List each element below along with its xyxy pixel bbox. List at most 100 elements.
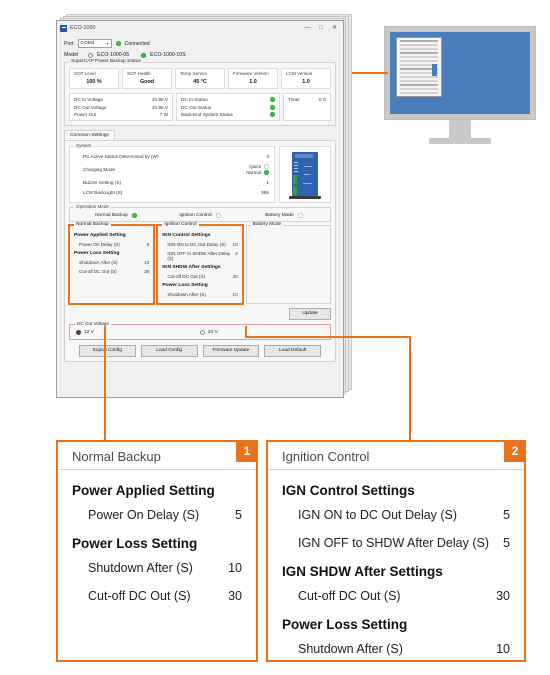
voltage-value: 23.99 V (151, 97, 168, 102)
callout-setting-value: 5 (503, 508, 510, 522)
timer-key: Timer (288, 97, 300, 102)
monitor-stand-base (429, 138, 491, 144)
system-row: Buzzer Setting (S) 1 (75, 178, 269, 188)
monitor-mini-app-window (396, 37, 442, 97)
port-select[interactable]: COM4 ▾ (77, 39, 112, 48)
status-indicator (270, 112, 275, 117)
callout-setting-key: Shutdown After (S) (298, 642, 403, 656)
status-row: DC In Status (181, 97, 275, 102)
status-key: DC Out Status (181, 104, 212, 110)
settings-tabstrip: Common Settings (64, 130, 336, 140)
operation-mode-title: Operation Mode (74, 203, 111, 209)
load-default-button[interactable]: Load Default (264, 344, 321, 357)
setting-value[interactable]: 3 (235, 251, 238, 261)
battery-mode-panel: Battery Mode (245, 221, 331, 304)
dc-out-option-12v[interactable]: 12 V (76, 329, 200, 335)
callout-setting-key: Shutdown After (S) (88, 561, 193, 575)
status-card: SCP Level 100 % (69, 68, 119, 89)
operation-mode-option-ignition-control[interactable]: Ignition Control (158, 212, 242, 218)
dc-out-voltage-title: DC Out Voltage (75, 320, 111, 326)
setting-value[interactable]: 30 (144, 269, 149, 274)
charging-mode-option-normal[interactable]: Normal (246, 170, 269, 175)
firmware-update-button[interactable]: Firmware Update (202, 344, 260, 357)
setting-value[interactable]: 10 (233, 292, 238, 297)
callout-section-heading: IGN SHDW After Settings (282, 564, 443, 579)
monitor-screen (390, 32, 530, 114)
export-config-button[interactable]: Export Config (79, 344, 136, 357)
setting-value[interactable]: 10 (233, 242, 238, 247)
operation-mode-label: Battery Mode (265, 212, 294, 218)
charging-normal-radio[interactable] (264, 170, 269, 175)
voltage-key: DC In Voltage (74, 97, 103, 102)
callout-setting-row: Shutdown After (S) 10 (72, 554, 242, 582)
load-config-button[interactable]: Load Config (140, 344, 198, 357)
connection-status-label: Connected (124, 40, 150, 47)
card-title: Temp Sensor (180, 71, 208, 76)
callout-setting-value: 5 (235, 508, 242, 522)
mode-settings-columns: Normal Backup Power Applied Setting Powe… (67, 221, 331, 305)
model-option-0-label: ECO-1000-05 (97, 52, 130, 58)
callout-setting-row: IGN OFF to SHDW After Delay (S) 5 (282, 529, 510, 557)
setting-key: IGN ON to DC Out Delay (S) (167, 241, 226, 247)
model-radio-0[interactable] (88, 52, 94, 58)
system-key: Buzzer Setting (S) (83, 180, 122, 185)
voltage-value: 7 W (159, 112, 168, 117)
charging-mode-row: Charging Mode Quick Normal (75, 161, 269, 178)
minimize-button[interactable]: — (304, 25, 310, 31)
dc-out-12v-radio[interactable] (76, 329, 81, 335)
port-value: COM4 (80, 41, 95, 46)
operation-mode-option-normal-backup[interactable]: Normal Backup (74, 212, 158, 218)
battery-mode-title: Battery Mode (250, 221, 284, 227)
port-row: Port COM4 ▾ Connected (64, 39, 336, 48)
callout-setting-key: IGN OFF to SHDW After Delay (S) (298, 536, 489, 550)
tab-common-settings[interactable]: Common Settings (64, 130, 115, 140)
voltage-key: DC Out Voltage (74, 104, 107, 110)
model-radio-1[interactable] (141, 52, 147, 58)
setting-row: IGN ON to DC Out Delay (S) 10 (162, 240, 237, 249)
status-card: SCP Health Good (122, 68, 172, 89)
status-indicator (270, 97, 275, 102)
normal-backup-title: Normal Backup (74, 221, 111, 227)
normal-backup-panel: Normal Backup Power Applied Setting Powe… (67, 221, 156, 305)
maximize-button[interactable]: □ (319, 25, 323, 31)
dc-out-24v-radio[interactable] (200, 329, 205, 335)
card-title: LCM Version (286, 71, 313, 76)
operation-mode-radio[interactable] (215, 212, 221, 218)
operation-mode-option-battery-mode[interactable]: Battery Mode (242, 212, 326, 218)
operation-mode-radio[interactable] (131, 212, 137, 218)
callout-setting-row: Power On Delay (S) 5 (72, 501, 242, 529)
update-button[interactable]: Update (289, 307, 331, 320)
voltage-key: Power Out (74, 112, 97, 117)
system-value[interactable]: 1 (266, 180, 269, 185)
charging-quick-radio[interactable] (264, 163, 269, 169)
status-indicator (270, 104, 275, 110)
operation-mode-radio[interactable] (297, 212, 303, 218)
callout-setting-value: 30 (228, 589, 242, 603)
system-key: LCM BackLight (S) (83, 190, 123, 195)
callout-badge-2: 2 (504, 440, 526, 462)
system-value[interactable]: 3 (266, 154, 269, 159)
dc-out-24v-label: 24 V (208, 329, 218, 335)
callout-setting-value: 5 (503, 536, 510, 550)
callout-setting-row: Shutdown After (S) 10 (282, 635, 510, 663)
system-group-title: System (74, 143, 94, 148)
setting-value[interactable]: 30 (233, 274, 238, 279)
connection-status-indicator (115, 41, 121, 46)
supercap-status-group: SuperCAP Power Backup Status SCP Level 1… (64, 59, 336, 126)
setting-key: Cut-off DC Out (S) (167, 273, 206, 279)
system-value[interactable]: 999 (261, 190, 269, 195)
charging-mode-key: Charging Mode (83, 166, 116, 172)
window-title: ECO-1000 (70, 25, 96, 31)
callout-section-heading: Power Applied Setting (72, 483, 215, 498)
card-value: 1.0 (302, 79, 310, 85)
callout-badge-1: 1 (236, 440, 258, 462)
app-icon (60, 24, 67, 32)
setting-value[interactable]: 10 (144, 260, 149, 265)
close-button[interactable]: ✕ (332, 25, 337, 31)
charging-normal-label: Normal (246, 170, 261, 175)
charging-mode-option-quick[interactable]: Quick (249, 163, 269, 169)
callout-setting-value: 30 (496, 589, 510, 603)
setting-row: IGN OFF to SHDW After Delay (S) 3 (162, 249, 237, 263)
dc-out-option-24v[interactable]: 24 V (200, 329, 218, 335)
setting-value[interactable]: 5 (147, 242, 150, 247)
